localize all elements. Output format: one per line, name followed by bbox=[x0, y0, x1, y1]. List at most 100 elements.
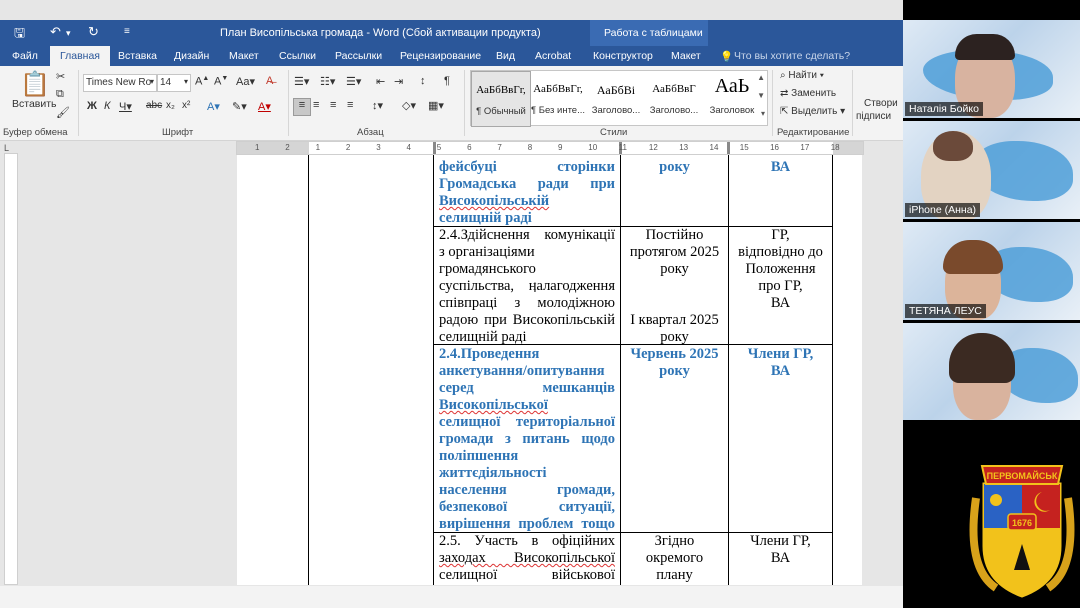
table-cell-activity[interactable]: фейсбуці сторінки Громадська ради при Ви… bbox=[439, 159, 615, 227]
ribbon-separator bbox=[852, 70, 853, 136]
tab-review[interactable]: Рецензирование bbox=[400, 50, 481, 62]
table-cell-responsible[interactable]: ВА bbox=[729, 159, 832, 176]
numbering-icon[interactable]: ☷▾ bbox=[320, 75, 335, 88]
tab-file[interactable]: Файл bbox=[12, 50, 38, 62]
undo-icon[interactable]: ↶ bbox=[50, 24, 61, 40]
window-title: План Висопільська громада - Word (Сбой а… bbox=[220, 27, 541, 39]
increase-indent-icon[interactable]: ⇥ bbox=[394, 75, 403, 88]
ruler-column-marker[interactable] bbox=[727, 142, 730, 154]
style-normal[interactable]: АаБбВвГг, ¶ Обычный bbox=[471, 71, 531, 127]
style-heading-1[interactable]: АаБбВі Заголово... bbox=[587, 71, 645, 125]
save-icon[interactable]: 🖫 bbox=[14, 24, 25, 46]
font-size-select[interactable]: 14 ▾ bbox=[157, 74, 191, 92]
table-cell-activity[interactable]: 2.4.Здійснення комунікації з організація… bbox=[439, 227, 615, 346]
document-page[interactable]: фейсбуці сторінки Громадська ради при Ви… bbox=[237, 155, 862, 585]
cell-line: співпраці з молодіжною bbox=[439, 295, 615, 311]
table-cell-responsible[interactable]: ГР, відповідно до Положення про ГР, ВА bbox=[729, 227, 832, 312]
multilevel-list-icon[interactable]: ☰▾ bbox=[346, 75, 361, 88]
decrease-indent-icon[interactable]: ⇤ bbox=[376, 75, 385, 88]
strikethrough-icon[interactable]: abc bbox=[146, 100, 162, 111]
tab-insert[interactable]: Вставка bbox=[118, 50, 157, 62]
tab-table-layout[interactable]: Макет bbox=[671, 50, 701, 62]
highlight-icon[interactable]: ✎▾ bbox=[232, 100, 247, 113]
cell-line: населення громади, bbox=[439, 482, 615, 498]
superscript-icon[interactable]: x² bbox=[182, 100, 190, 111]
underline-icon[interactable]: Ч▾ bbox=[119, 100, 132, 113]
bold-icon[interactable]: Ж bbox=[87, 100, 97, 112]
ruler-column-marker[interactable] bbox=[433, 142, 436, 154]
participant-name: Наталія Бойко bbox=[905, 102, 983, 116]
bullets-icon[interactable]: ☰▾ bbox=[294, 75, 309, 88]
tab-design[interactable]: Дизайн bbox=[174, 50, 209, 62]
tab-acrobat[interactable]: Acrobat bbox=[535, 50, 571, 62]
styles-scroll-down-icon[interactable]: ▼ bbox=[757, 91, 765, 100]
tab-mailings[interactable]: Рассылки bbox=[335, 50, 382, 62]
cell-line: 2.5. Участь в офіційних bbox=[439, 533, 615, 549]
borders-icon[interactable]: ▦▾ bbox=[428, 99, 444, 112]
paste-button-label[interactable]: Вставить bbox=[12, 98, 57, 110]
show-marks-icon[interactable]: ¶ bbox=[444, 75, 450, 87]
line-spacing-icon[interactable]: ↕▾ bbox=[372, 99, 383, 112]
participant-tile[interactable] bbox=[903, 323, 1080, 420]
clear-formatting-icon[interactable]: A̶ bbox=[266, 75, 273, 87]
font-color-icon[interactable]: A▾ bbox=[258, 100, 271, 113]
justify-icon[interactable]: ≡ bbox=[347, 99, 353, 111]
grow-font-icon[interactable]: A▲ bbox=[195, 75, 209, 88]
tab-layout[interactable]: Макет bbox=[229, 50, 259, 62]
participant-tile[interactable]: iPhone (Анна) bbox=[903, 121, 1080, 219]
tab-references[interactable]: Ссылки bbox=[279, 50, 316, 62]
subscript-icon[interactable]: x₂ bbox=[166, 100, 175, 111]
participant-name: ТЕТЯНА ЛЕУС bbox=[905, 304, 986, 318]
find-button[interactable]: ⌕ Найти ▾ bbox=[780, 70, 824, 81]
copy-icon[interactable]: ⧉ bbox=[56, 88, 64, 101]
table-cell-term[interactable]: Червень 2025 року bbox=[621, 346, 728, 380]
create-caption-button[interactable]: Створи bbox=[864, 98, 898, 109]
ribbon-tabs: Файл Главная Вставка Дизайн Макет Ссылки… bbox=[0, 46, 903, 66]
sort-icon[interactable]: ↕ bbox=[420, 75, 426, 87]
cut-icon[interactable]: ✂ bbox=[56, 70, 65, 83]
create-caption-button-line2[interactable]: підписи bbox=[856, 111, 891, 122]
format-painter-icon[interactable]: 🖌 bbox=[56, 106, 70, 119]
redo-icon[interactable]: ↻ bbox=[88, 24, 99, 40]
align-right-icon[interactable]: ≡ bbox=[330, 99, 336, 111]
style-heading-2[interactable]: АаБбВвГ Заголово... bbox=[645, 71, 703, 125]
style-name: Заголово... bbox=[649, 105, 699, 116]
text-effects-icon[interactable]: A▾ bbox=[207, 100, 220, 113]
ribbon-separator bbox=[288, 70, 289, 136]
paste-icon[interactable]: 📋 bbox=[20, 70, 50, 99]
cell-line: анкетування/опитування bbox=[439, 363, 605, 379]
tell-me-box[interactable]: Что вы хотите сделать? bbox=[734, 50, 850, 62]
search-icon: ⌕ bbox=[780, 70, 786, 81]
italic-icon[interactable]: К bbox=[104, 100, 110, 112]
table-cell-term[interactable]: Згідно окремого плану bbox=[621, 533, 728, 584]
table-cell-term[interactable]: року bbox=[621, 159, 728, 176]
font-name-select[interactable]: Times New Ro ▾ bbox=[83, 74, 157, 92]
style-name: ¶ Обычный bbox=[476, 106, 526, 117]
customize-qat-icon[interactable]: ≡ bbox=[124, 26, 130, 37]
undo-dropdown-icon[interactable]: ▾ bbox=[66, 28, 71, 39]
table-cell-responsible[interactable]: Члени ГР, ВА bbox=[729, 533, 832, 567]
replace-button[interactable]: ⇄ Заменить bbox=[780, 88, 836, 99]
table-cell-term[interactable]: Постійно протягом 2025 року І квартал 20… bbox=[621, 227, 728, 346]
style-title[interactable]: АаЬ Заголовок bbox=[703, 71, 761, 125]
table-cell-activity[interactable]: 2.4.Проведення анкетування/опитування се… bbox=[439, 346, 615, 533]
select-button[interactable]: ⇱ Выделить ▾ bbox=[780, 106, 845, 117]
tab-view[interactable]: Вид bbox=[496, 50, 515, 62]
tab-home[interactable]: Главная bbox=[50, 46, 110, 66]
style-no-spacing[interactable]: АаБбВвГг, ¶ Без инте... bbox=[529, 71, 587, 125]
styles-more-icon[interactable]: ▾ bbox=[761, 109, 765, 118]
tab-stop-selector[interactable]: L bbox=[4, 143, 9, 153]
participant-tile[interactable]: Наталія Бойко bbox=[903, 20, 1080, 118]
styles-scroll-up-icon[interactable]: ▲ bbox=[757, 73, 765, 82]
tab-table-design[interactable]: Конструктор bbox=[593, 50, 653, 62]
participant-tile[interactable]: ТЕТЯНА ЛЕУС bbox=[903, 222, 1080, 320]
shrink-font-icon[interactable]: A▼ bbox=[214, 75, 228, 88]
cell-line: окремого bbox=[645, 550, 704, 566]
align-center-icon[interactable]: ≡ bbox=[313, 99, 319, 111]
table-cell-responsible[interactable]: Члени ГР, ВА bbox=[729, 346, 832, 380]
table-cell-activity[interactable]: 2.5. Участь в офіційних заходах Високопі… bbox=[439, 533, 615, 584]
change-case-icon[interactable]: Aa▾ bbox=[236, 75, 255, 88]
cell-line: фейсбуці сторінки bbox=[439, 159, 615, 175]
align-left-icon[interactable]: ≡ bbox=[293, 98, 311, 116]
shading-icon[interactable]: ◇▾ bbox=[402, 99, 416, 112]
